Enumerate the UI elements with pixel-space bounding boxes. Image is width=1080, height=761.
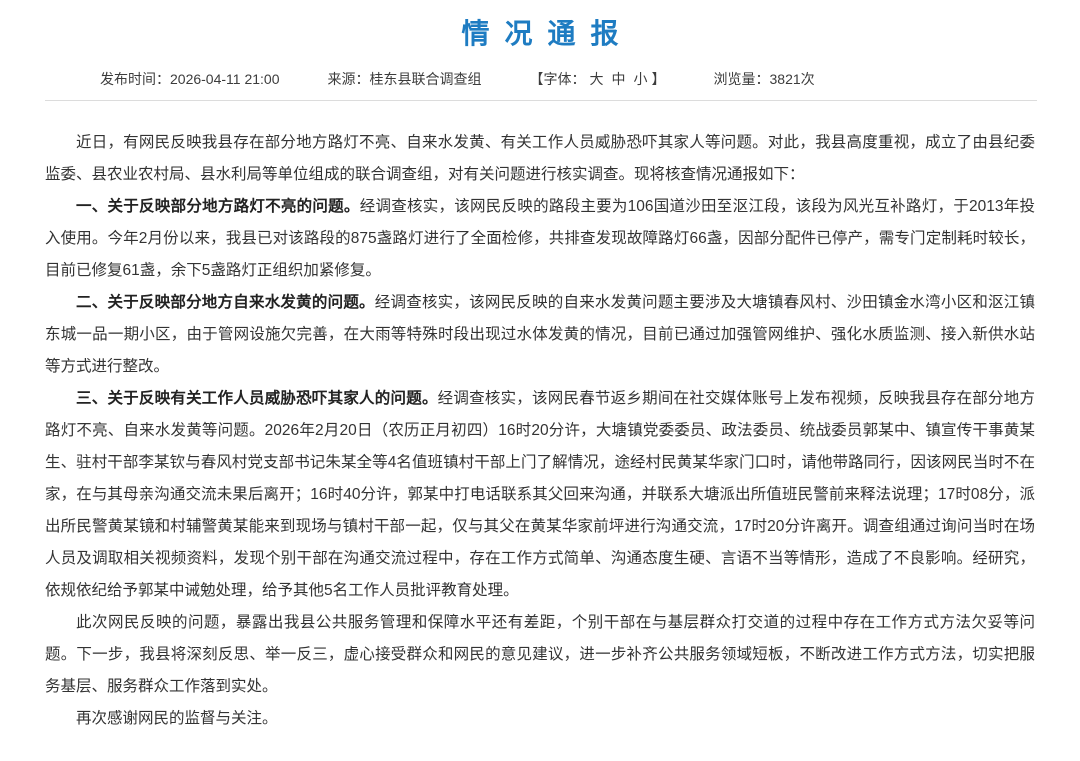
- paragraph: 近日，有网民反映我县存在部分地方路灯不亮、自来水发黄、有关工作人员威胁恐吓其家人…: [45, 127, 1035, 191]
- paragraph: 三、关于反映有关工作人员威胁恐吓其家人的问题。经调查核实，该网民春节返乡期间在社…: [45, 383, 1035, 607]
- paragraph: 此次网民反映的问题，暴露出我县公共服务管理和保障水平还有差距，个别干部在与基层群…: [45, 607, 1035, 703]
- font-size-medium-button[interactable]: 中: [612, 69, 626, 89]
- source-value: 桂东县联合调查组: [370, 69, 482, 89]
- paragraph-heading: 三、关于反映有关工作人员威胁恐吓其家人的问题。: [76, 390, 438, 407]
- source-label: 来源：: [328, 69, 370, 89]
- publish-time-value: 2026-04-11 21:00: [170, 71, 280, 87]
- font-size-switcher: 【字体： 大 中 小 】: [530, 69, 666, 89]
- paragraph-heading: 一、关于反映部分地方路灯不亮的问题。: [76, 198, 360, 215]
- page-title: 情况通报: [0, 12, 1080, 52]
- font-size-small-button[interactable]: 小: [634, 69, 648, 89]
- view-count-label: 浏览量：: [714, 69, 770, 89]
- source: 来源： 桂东县联合调查组: [328, 69, 482, 89]
- paragraph-heading: 二、关于反映部分地方自来水发黄的问题。: [76, 294, 375, 311]
- publish-time: 发布时间： 2026-04-11 21:00: [100, 69, 280, 89]
- notice-page: 情况通报 发布时间： 2026-04-11 21:00 来源： 桂东县联合调查组…: [0, 0, 1080, 761]
- article-body: 近日，有网民反映我县存在部分地方路灯不亮、自来水发黄、有关工作人员威胁恐吓其家人…: [0, 101, 1080, 735]
- publish-time-label: 发布时间：: [100, 69, 170, 89]
- paragraph: 二、关于反映部分地方自来水发黄的问题。经调查核实，该网民反映的自来水发黄问题主要…: [45, 287, 1035, 383]
- font-size-label-close: 】: [652, 69, 666, 89]
- view-count-value: 3821次: [770, 69, 815, 89]
- font-size-label: 【字体：: [530, 69, 586, 89]
- view-count: 浏览量： 3821次: [714, 69, 815, 89]
- meta-bar: 发布时间： 2026-04-11 21:00 来源： 桂东县联合调查组 【字体：…: [0, 68, 1080, 90]
- paragraph: 再次感谢网民的监督与关注。: [45, 703, 1035, 735]
- paragraph: 一、关于反映部分地方路灯不亮的问题。经调查核实，该网民反映的路段主要为106国道…: [45, 191, 1035, 287]
- font-size-large-button[interactable]: 大: [590, 69, 604, 89]
